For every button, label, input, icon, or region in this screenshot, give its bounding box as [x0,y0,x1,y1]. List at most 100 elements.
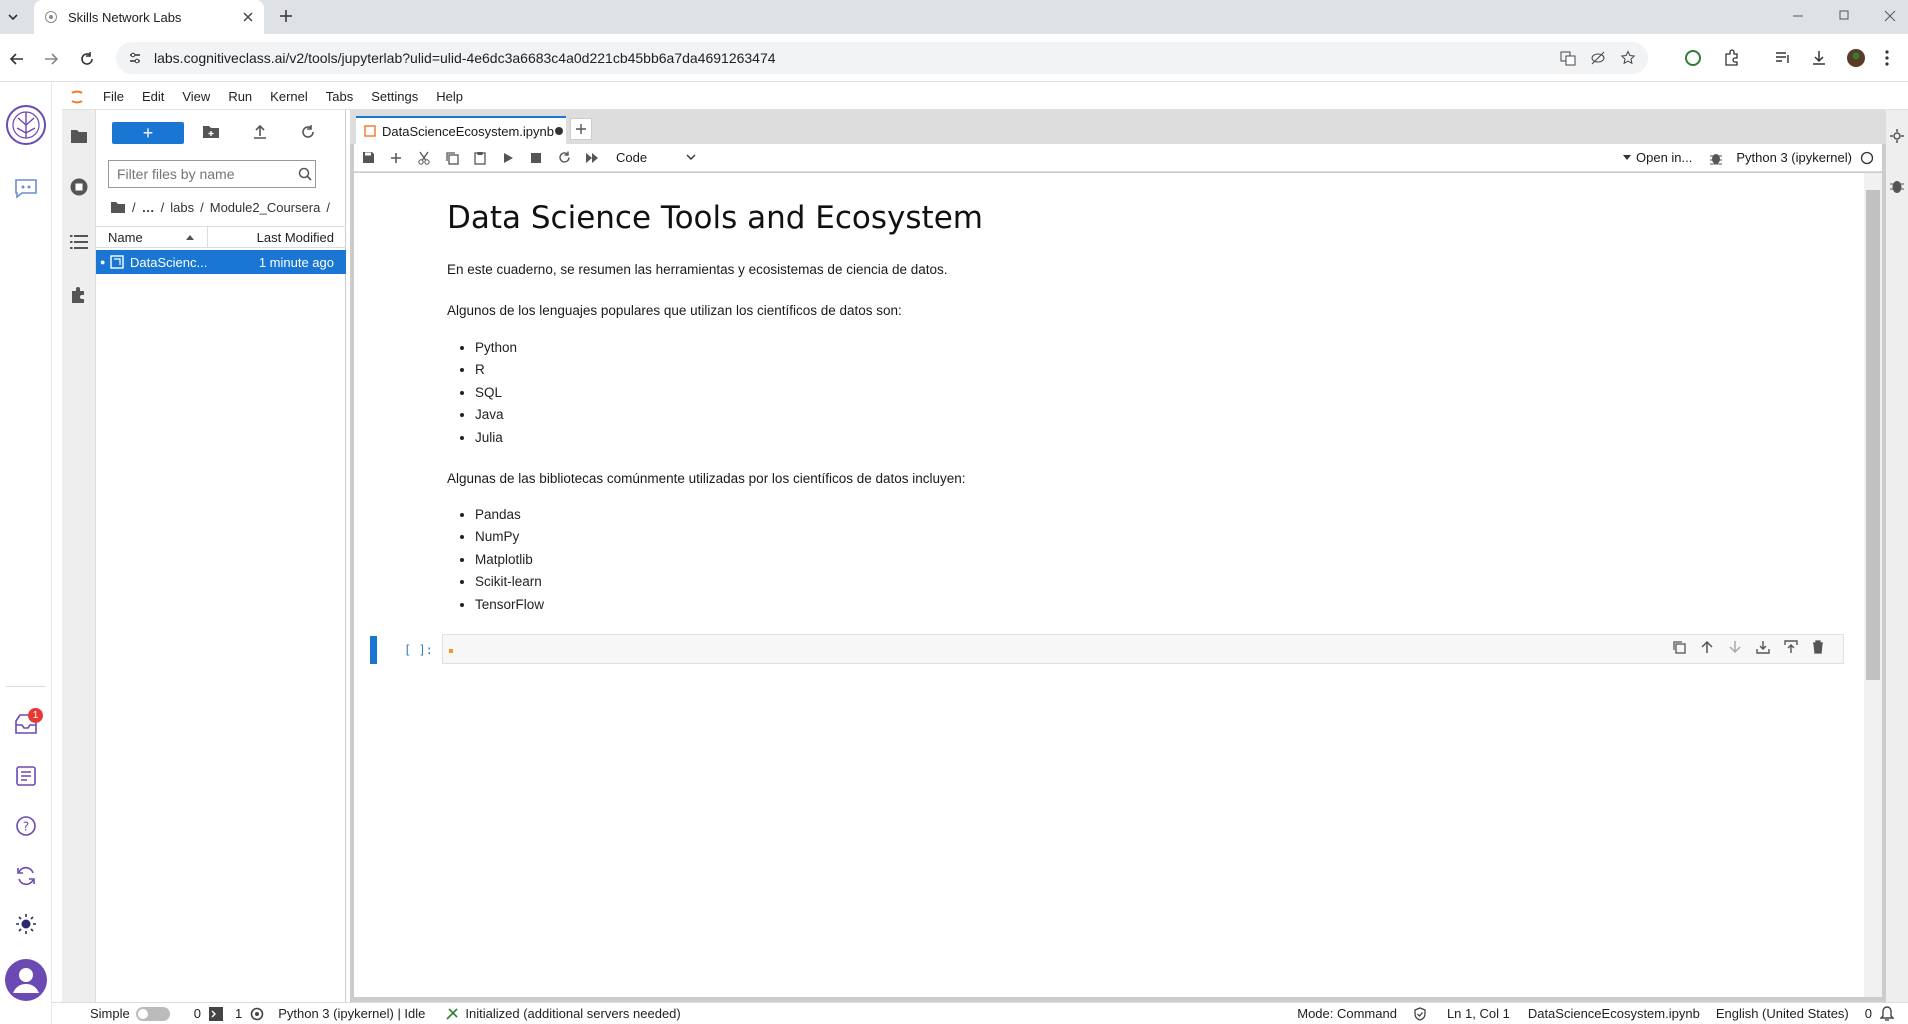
simple-mode-toggle[interactable] [135,1006,170,1021]
sn-logo-icon[interactable] [5,104,47,146]
menu-run[interactable]: Run [219,89,261,104]
upload-icon[interactable] [252,124,268,140]
close-tab-icon[interactable] [242,11,254,23]
file-filter-field[interactable] [108,160,316,188]
debugger-icon[interactable] [1890,178,1904,194]
new-tab-icon[interactable] [278,8,294,24]
extension-manager-icon[interactable] [70,286,88,304]
breadcrumb-ellipsis[interactable]: … [142,200,155,215]
list-item: SQL [475,382,847,404]
menu-tabs[interactable]: Tabs [317,89,362,104]
breadcrumb-module[interactable]: Module2_Coursera [210,200,321,215]
browser-menu-icon[interactable] [1884,49,1890,67]
insert-below-icon[interactable] [1784,640,1798,654]
kernels-count[interactable]: 1 [235,1006,242,1021]
close-window-icon[interactable] [1882,8,1898,24]
save-icon[interactable] [354,144,382,172]
restore-window-icon[interactable] [1836,8,1852,24]
new-folder-icon[interactable] [202,124,220,140]
property-inspector-icon[interactable] [1889,128,1905,144]
minimize-window-icon[interactable] [1790,8,1806,24]
eye-off-icon[interactable] [1590,50,1606,66]
unsaved-dot-icon[interactable] [554,126,564,136]
file-row[interactable]: ● DataScienc... 1 minute ago [96,250,346,274]
theme-sun-icon[interactable] [12,910,40,938]
duplicate-cell-icon[interactable] [1672,640,1686,654]
extension-green-icon[interactable] [1684,49,1702,67]
copy-icon[interactable] [438,144,466,172]
new-launcher-button[interactable]: + [112,122,184,144]
address-bar[interactable]: labs.cognitiveclass.ai/v2/tools/jupyterl… [116,42,1648,74]
home-folder-icon[interactable] [110,200,126,214]
menu-kernel[interactable]: Kernel [261,89,317,104]
move-down-icon[interactable] [1728,640,1742,654]
run-all-icon[interactable] [578,144,606,172]
file-filter-input[interactable] [117,166,298,182]
browser-tab-title: Skills Network Labs [68,9,182,25]
cut-icon[interactable] [410,144,438,172]
bookmark-star-icon[interactable] [1620,50,1636,66]
cell-type-select[interactable]: Code [616,150,696,165]
breadcrumb-labs[interactable]: labs [170,200,194,215]
bell-icon[interactable] [1880,1005,1894,1022]
kernel-name[interactable]: Python 3 (ipykernel) [1736,150,1852,165]
sync-icon[interactable] [12,862,40,890]
move-up-icon[interactable] [1700,640,1714,654]
svg-text:?: ? [23,820,29,834]
intro-text: En este cuaderno, se resumen las herrami… [447,262,948,277]
extensions-puzzle-icon[interactable] [1722,49,1740,67]
user-avatar-icon[interactable] [4,958,48,1002]
menu-edit[interactable]: Edit [133,89,173,104]
code-cell-editor[interactable] [442,634,1844,664]
restart-icon[interactable] [550,144,578,172]
add-tab-icon[interactable] [570,118,592,140]
downloads-icon[interactable] [1810,49,1828,67]
language-indicator[interactable]: English (United States) [1716,1006,1849,1021]
insert-cell-icon[interactable] [382,144,410,172]
cell-toolbar [1672,640,1824,654]
markdown-cell[interactable]: Data Science Tools and Ecosystem [447,200,1827,236]
debugger-bug-icon[interactable] [1710,151,1723,165]
media-controls-icon[interactable] [1774,49,1792,67]
terminals-count[interactable]: 0 [194,1006,201,1021]
open-in-button[interactable]: Open in... [1623,150,1692,165]
lsp-status[interactable]: Initialized (additional servers needed) [465,1006,680,1021]
lab-instructions-icon[interactable] [12,762,40,790]
sn-labs-sidebar: 1 ? [0,82,52,1024]
insert-above-icon[interactable] [1756,640,1770,654]
run-icon[interactable] [494,144,522,172]
column-modified-header[interactable]: Last Modified [208,230,346,245]
table-of-contents-icon[interactable] [70,234,88,250]
stop-icon[interactable] [522,144,550,172]
file-modified: 1 minute ago [258,254,334,270]
scrollbar-thumb[interactable] [1866,190,1880,680]
notebook-heading: Data Science Tools and Ecosystem [447,200,983,236]
translate-icon[interactable] [1560,50,1576,66]
browser-tab-active[interactable]: Skills Network Labs [34,0,264,34]
notification-count: 0 [1864,1006,1872,1021]
notebook-toolbar: Code Open in... Python 3 (ipykernel) [354,144,1882,172]
kernel-status[interactable]: Python 3 (ipykernel) | Idle [278,1006,425,1021]
delete-cell-icon[interactable] [1812,640,1824,654]
tab-list-chevron-icon[interactable] [4,8,22,26]
site-info-icon[interactable] [128,51,142,65]
help-icon[interactable]: ? [12,812,40,840]
chevron-down-icon [686,154,696,161]
menu-view[interactable]: View [173,89,219,104]
back-icon[interactable] [8,50,26,68]
column-name-header[interactable]: Name [96,226,208,248]
menu-file[interactable]: File [94,89,133,104]
cursor-position[interactable]: Ln 1, Col 1 [1447,1006,1510,1021]
menu-help[interactable]: Help [427,89,472,104]
paste-icon[interactable] [466,144,494,172]
file-listing-header: Name Last Modified [96,226,346,248]
file-browser-icon[interactable] [70,128,88,144]
notebook-tab[interactable]: DataScienceEcosystem.ipynb [356,116,566,144]
refresh-icon[interactable] [300,124,316,140]
chat-bot-icon[interactable] [12,174,40,202]
running-sessions-icon[interactable] [70,178,88,196]
forward-icon[interactable] [42,50,60,68]
profile-avatar-icon[interactable] [1846,48,1866,68]
menu-settings[interactable]: Settings [362,89,427,104]
reload-icon[interactable] [78,50,96,68]
